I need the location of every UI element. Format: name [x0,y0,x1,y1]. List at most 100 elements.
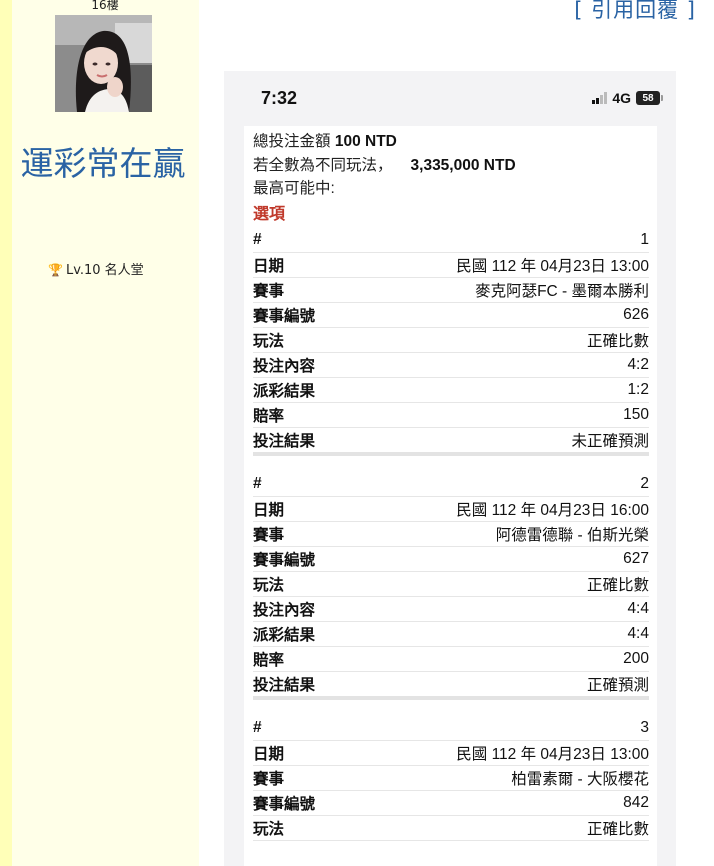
total-stake-value: 100 NTD [334,133,397,150]
row-value: 柏雷素爾 - 大阪櫻花 [511,770,649,788]
row-value: 1:2 [627,380,649,398]
row-label: # [253,230,262,248]
row-value: 民國 112 年 04月23日 13:00 [456,257,649,275]
row-label: 派彩結果 [253,382,316,400]
row-value: 200 [623,649,649,667]
bet-row-content: 投注內容 4:2 [253,353,649,378]
total-stake: 總投注金額 100 NTD [253,130,648,154]
row-label: 日期 [253,745,285,763]
row-value: 民國 112 年 04月23日 13:00 [456,745,649,763]
bet-row-payout: 派彩結果 4:4 [253,622,649,647]
attached-screenshot: 7:32 4G 58 總投注金額 100 NTD 若全數為不同玩法， 3,335,… [224,71,676,866]
floor-number: 16樓 [91,0,119,12]
alt-payout-value: 3,335,000 NTD [410,156,516,174]
row-label: 日期 [253,257,285,275]
row-label: 賽事 [253,282,285,300]
bet-row-match: 賽事 柏雷素爾 - 大阪櫻花 [253,766,649,791]
row-label: 投注結果 [253,676,316,694]
battery-icon: 58 [636,91,663,105]
row-value: 842 [623,793,649,811]
row-label: 賽事 [253,770,285,788]
phone-statusbar: 7:32 4G 58 [224,71,676,126]
bet-row-match-id: 賽事編號 626 [253,303,649,328]
row-value: 4:4 [627,624,649,642]
username[interactable]: 運彩常在贏 [18,138,188,190]
row-label: 賽事編號 [253,795,316,813]
row-label: # [253,718,262,736]
bet-summary: 總投注金額 100 NTD 若全數為不同玩法， 3,335,000 NTD 最高可… [244,126,657,201]
row-value: 4:4 [627,599,649,617]
bet-item-3: #3 日期 民國 112 年 04月23日 13:00 賽事 柏雷素爾 - 大阪櫻花… [253,716,649,841]
row-value: 626 [623,305,649,323]
battery-level: 58 [642,92,654,104]
avatar-photo [55,15,152,112]
max-win: 最高可能中: [253,180,335,197]
row-label: 賠率 [253,651,285,669]
row-value: 正確比數 [586,576,649,594]
bet-row-result: 投注結果 未正確預測 [253,428,649,456]
phone-status-icons: 4G 58 [592,90,663,106]
row-label: 投注內容 [253,357,316,375]
row-value: 正確預測 [586,676,649,694]
row-label: 投注結果 [253,432,316,450]
row-label: 賽事編號 [253,307,316,325]
row-value: 未正確預測 [571,432,649,450]
row-value: 民國 112 年 04月23日 16:00 [456,501,649,519]
avatar[interactable] [55,15,152,112]
alt-payout: 若全數為不同玩法， 3,335,000 NTD [253,154,648,178]
user-level-text: Lv.10 名人堂 [65,263,144,278]
bet-row-no: #2 [253,472,649,497]
row-label: 投注內容 [253,601,316,619]
bet-row-match: 賽事 阿德雷德聯 - 伯斯光榮 [253,522,649,547]
row-value: 2 [640,474,649,492]
bet-row-match: 賽事 麥克阿瑟FC - 墨爾本勝利 [253,278,649,303]
row-value: 1 [640,230,649,248]
trophy-icon: 🏆 [48,263,63,277]
row-value: 阿德雷德聯 - 伯斯光榮 [495,526,649,544]
row-label: 玩法 [253,332,285,350]
bet-row-odds: 賠率 200 [253,647,649,672]
sidebar-edge [0,0,12,866]
bet-item-2: #2 日期 民國 112 年 04月23日 16:00 賽事 阿德雷德聯 - 伯斯光… [253,472,649,700]
bet-row-odds: 賠率 150 [253,403,649,428]
bet-row-date: 日期 民國 112 年 04月23日 13:00 [253,741,649,766]
bet-detail-panel: 總投注金額 100 NTD 若全數為不同玩法， 3,335,000 NTD 最高可… [244,126,657,866]
alt-payout-label: 若全數為不同玩法， [253,156,393,174]
row-value: 4:2 [627,355,649,373]
row-label: 賠率 [253,407,285,425]
row-value: 627 [623,549,649,567]
bet-row-play: 玩法 正確比數 [253,328,649,353]
row-label: 玩法 [253,576,285,594]
bet-row-play: 玩法 正確比數 [253,572,649,597]
bet-row-match-id: 賽事編號 627 [253,547,649,572]
total-stake-label: 總投注金額 [253,133,331,150]
row-value: 正確比數 [586,332,649,350]
row-label: 日期 [253,501,285,519]
bet-list: #1 日期 民國 112 年 04月23日 13:00 賽事 麥克阿瑟FC - 墨爾… [244,228,657,841]
row-value: 150 [623,405,649,423]
row-label: 賽事 [253,526,285,544]
network-type: 4G [612,90,631,106]
bet-row-payout: 派彩結果 1:2 [253,378,649,403]
bet-item-1: #1 日期 民國 112 年 04月23日 13:00 賽事 麥克阿瑟FC - 墨爾… [253,228,649,456]
row-label: 派彩結果 [253,626,316,644]
user-sidebar: 16樓 運彩常在贏 🏆 Lv.10 名人堂 [0,0,199,866]
quote-reply-link[interactable]: [ 引用回覆 ] [574,0,696,24]
user-level: 🏆 Lv.10 名人堂 [48,259,144,278]
row-value: 3 [640,718,649,736]
signal-icon [592,92,608,104]
phone-clock: 7:32 [261,88,298,108]
bet-row-play: 玩法 正確比數 [253,816,649,841]
row-label: 玩法 [253,820,285,838]
row-label: 賽事編號 [253,551,316,569]
options-title: 選項 [253,205,286,223]
bet-row-no: #3 [253,716,649,741]
bet-row-date: 日期 民國 112 年 04月23日 16:00 [253,497,649,522]
bet-row-result: 投注結果 正確預測 [253,672,649,700]
row-value: 麥克阿瑟FC - 墨爾本勝利 [475,282,649,300]
bet-row-date: 日期 民國 112 年 04月23日 13:00 [253,253,649,278]
row-value: 正確比數 [586,820,649,838]
bet-row-match-id: 賽事編號 842 [253,791,649,816]
bet-row-content: 投注內容 4:4 [253,597,649,622]
row-label: # [253,474,262,492]
